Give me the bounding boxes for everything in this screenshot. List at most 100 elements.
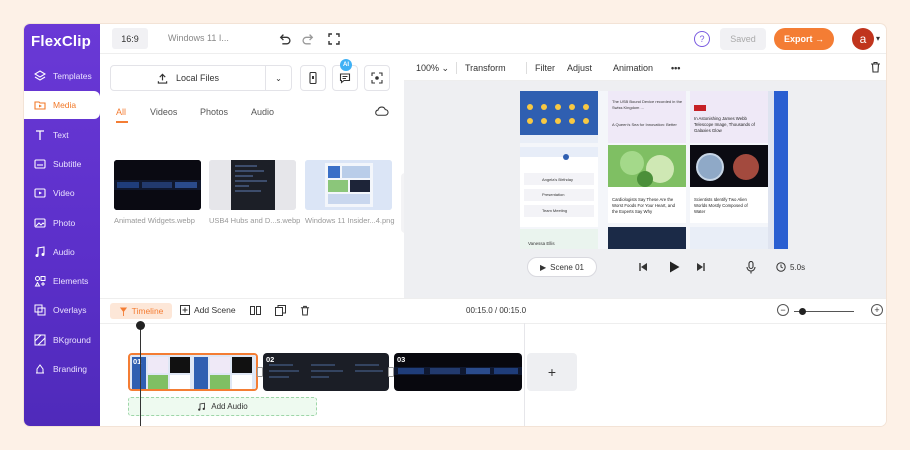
timeline-time: 00:15.0 / 00:15.0 (466, 306, 527, 315)
zoom-slider-handle[interactable] (799, 308, 806, 315)
add-scene-button[interactable]: Add Scene (180, 305, 236, 315)
export-button[interactable]: Export → (774, 28, 834, 50)
elements-icon (34, 275, 46, 287)
screen-record-icon[interactable] (364, 65, 390, 91)
project-title[interactable]: Windows 11 I... (168, 33, 229, 43)
duplicate-icon[interactable] (275, 305, 286, 316)
sidebar-item-branding[interactable]: Branding (24, 355, 100, 383)
aspect-ratio-button[interactable]: 16:9 (112, 28, 148, 49)
adjust-button[interactable]: Adjust (567, 63, 592, 73)
sidebar-item-overlays[interactable]: Overlays (24, 296, 100, 324)
trash-icon[interactable] (300, 305, 310, 316)
sidebar-item-label: Subtitle (53, 159, 82, 169)
media-item-thumbnail[interactable] (305, 160, 392, 210)
clip-number: 03 (397, 355, 406, 364)
tab-audio[interactable]: Audio (251, 107, 274, 117)
scene-clip[interactable]: 02 (263, 353, 389, 391)
sidebar-item-media[interactable]: Media (24, 91, 100, 119)
skip-back-icon[interactable] (636, 260, 650, 274)
split-icon[interactable] (250, 305, 261, 316)
canvas-preview[interactable]: The USB Bound Device recorded in the Swi… (520, 91, 788, 249)
svg-text:Worlds Mostly Composed of: Worlds Mostly Composed of (694, 203, 748, 208)
play-icon[interactable] (667, 260, 681, 274)
add-audio-button[interactable]: Add Audio (128, 397, 317, 416)
timeline-tab[interactable]: Timeline (110, 303, 172, 319)
sidebar-item-elements[interactable]: Elements (24, 267, 100, 295)
sidebar-item-subtitle[interactable]: Subtitle (24, 150, 100, 178)
scene-label: Scene 01 (550, 262, 584, 272)
playhead-handle[interactable] (136, 321, 145, 330)
skip-forward-icon[interactable] (694, 260, 708, 274)
sidebar-item-label: Video (53, 188, 75, 198)
phone-upload-icon[interactable] (300, 65, 326, 91)
cloud-icon[interactable] (374, 105, 389, 120)
media-item-thumbnail[interactable] (114, 160, 201, 210)
flexclip-logo[interactable]: FlexClip (31, 33, 91, 50)
sidebar-item-templates[interactable]: Templates (24, 62, 100, 90)
top-bar: 16:9 Windows 11 I... ? Saved Export → a … (100, 24, 886, 54)
toolbar-divider (456, 62, 457, 74)
music-icon (198, 402, 206, 411)
sidebar-item-photo[interactable]: Photo (24, 209, 100, 237)
sidebar-item-label: Elements (53, 276, 89, 286)
undo-icon[interactable] (276, 31, 292, 47)
chevron-down-icon[interactable]: ⌄ (266, 65, 292, 91)
svg-text:In Astonishing James Webb: In Astonishing James Webb (694, 116, 748, 121)
zoom-in-button[interactable]: + (871, 304, 883, 316)
scene-play-button[interactable]: ▶ Scene 01 (527, 257, 597, 277)
edit-toolbar: 100% ⌄ Transform Filter Adjust Animation… (404, 55, 886, 81)
background-icon (34, 334, 46, 346)
media-folder-icon (34, 99, 46, 111)
zoom-out-button[interactable]: − (777, 304, 789, 316)
avatar[interactable]: a (852, 28, 874, 50)
sidebar-item-bkground[interactable]: BKground (24, 326, 100, 354)
saved-button[interactable]: Saved (720, 28, 766, 50)
scene-clip[interactable]: 03 (394, 353, 522, 391)
timeline-label: Timeline (131, 306, 164, 316)
music-icon (34, 246, 46, 258)
microphone-icon[interactable] (744, 260, 758, 274)
filter-button[interactable]: Filter (535, 63, 555, 73)
layers-icon (34, 70, 46, 82)
zoom-select[interactable]: 100% ⌄ (416, 63, 449, 74)
tab-photos[interactable]: Photos (200, 107, 228, 117)
tab-all[interactable]: All (116, 107, 126, 117)
ai-badge: AI (340, 59, 352, 71)
sidebar: FlexClip Templates Media Text Subtitle V… (24, 24, 100, 426)
chevron-down-icon[interactable]: ▾ (876, 34, 880, 43)
sidebar-item-audio[interactable]: Audio (24, 238, 100, 266)
media-item-name: Animated Widgets.webp (114, 216, 195, 225)
sidebar-item-text[interactable]: Text (24, 121, 100, 149)
branding-icon (34, 363, 46, 375)
animation-button[interactable]: Animation (613, 63, 653, 73)
transform-button[interactable]: Transform (465, 63, 506, 73)
add-audio-label: Add Audio (211, 402, 248, 411)
trash-icon[interactable] (870, 61, 881, 75)
tab-videos[interactable]: Videos (150, 107, 177, 117)
sidebar-item-video[interactable]: Video (24, 179, 100, 207)
svg-text:Presentation: Presentation (542, 192, 564, 197)
add-square-icon (180, 305, 190, 315)
timeline: Timeline Add Scene 00:15.0 / 00:15.0 − +… (100, 298, 886, 426)
svg-text:A Queen's Sea for Innovation:: A Queen's Sea for Innovation: Better (612, 122, 677, 127)
add-clip-button[interactable]: + (527, 353, 577, 391)
more-icon[interactable]: ••• (671, 63, 680, 73)
timeline-icon (119, 306, 127, 316)
fullscreen-icon[interactable] (326, 31, 342, 47)
timeline-end-divider (524, 323, 525, 426)
play-icon: ▶ (540, 262, 547, 272)
sidebar-item-label: Media (53, 100, 77, 110)
scene-clip[interactable]: 01 (128, 353, 258, 391)
svg-text:Angela's Birthday: Angela's Birthday (542, 177, 573, 182)
help-icon[interactable]: ? (694, 31, 710, 47)
local-files-button[interactable]: Local Files (110, 65, 266, 91)
media-item-thumbnail[interactable] (209, 160, 296, 210)
duration-control[interactable]: 5.0s (776, 262, 805, 272)
svg-text:Galaxies Glow: Galaxies Glow (694, 128, 723, 133)
svg-text:Worst Foods For Your Heart, an: Worst Foods For Your Heart, and (612, 203, 676, 208)
video-icon (34, 187, 46, 199)
sidebar-item-label: Branding (53, 364, 88, 374)
sidebar-item-label: BKground (53, 335, 91, 345)
redo-icon[interactable] (300, 31, 316, 47)
playback-bar: ▶ Scene 01 5.0s (404, 255, 886, 281)
